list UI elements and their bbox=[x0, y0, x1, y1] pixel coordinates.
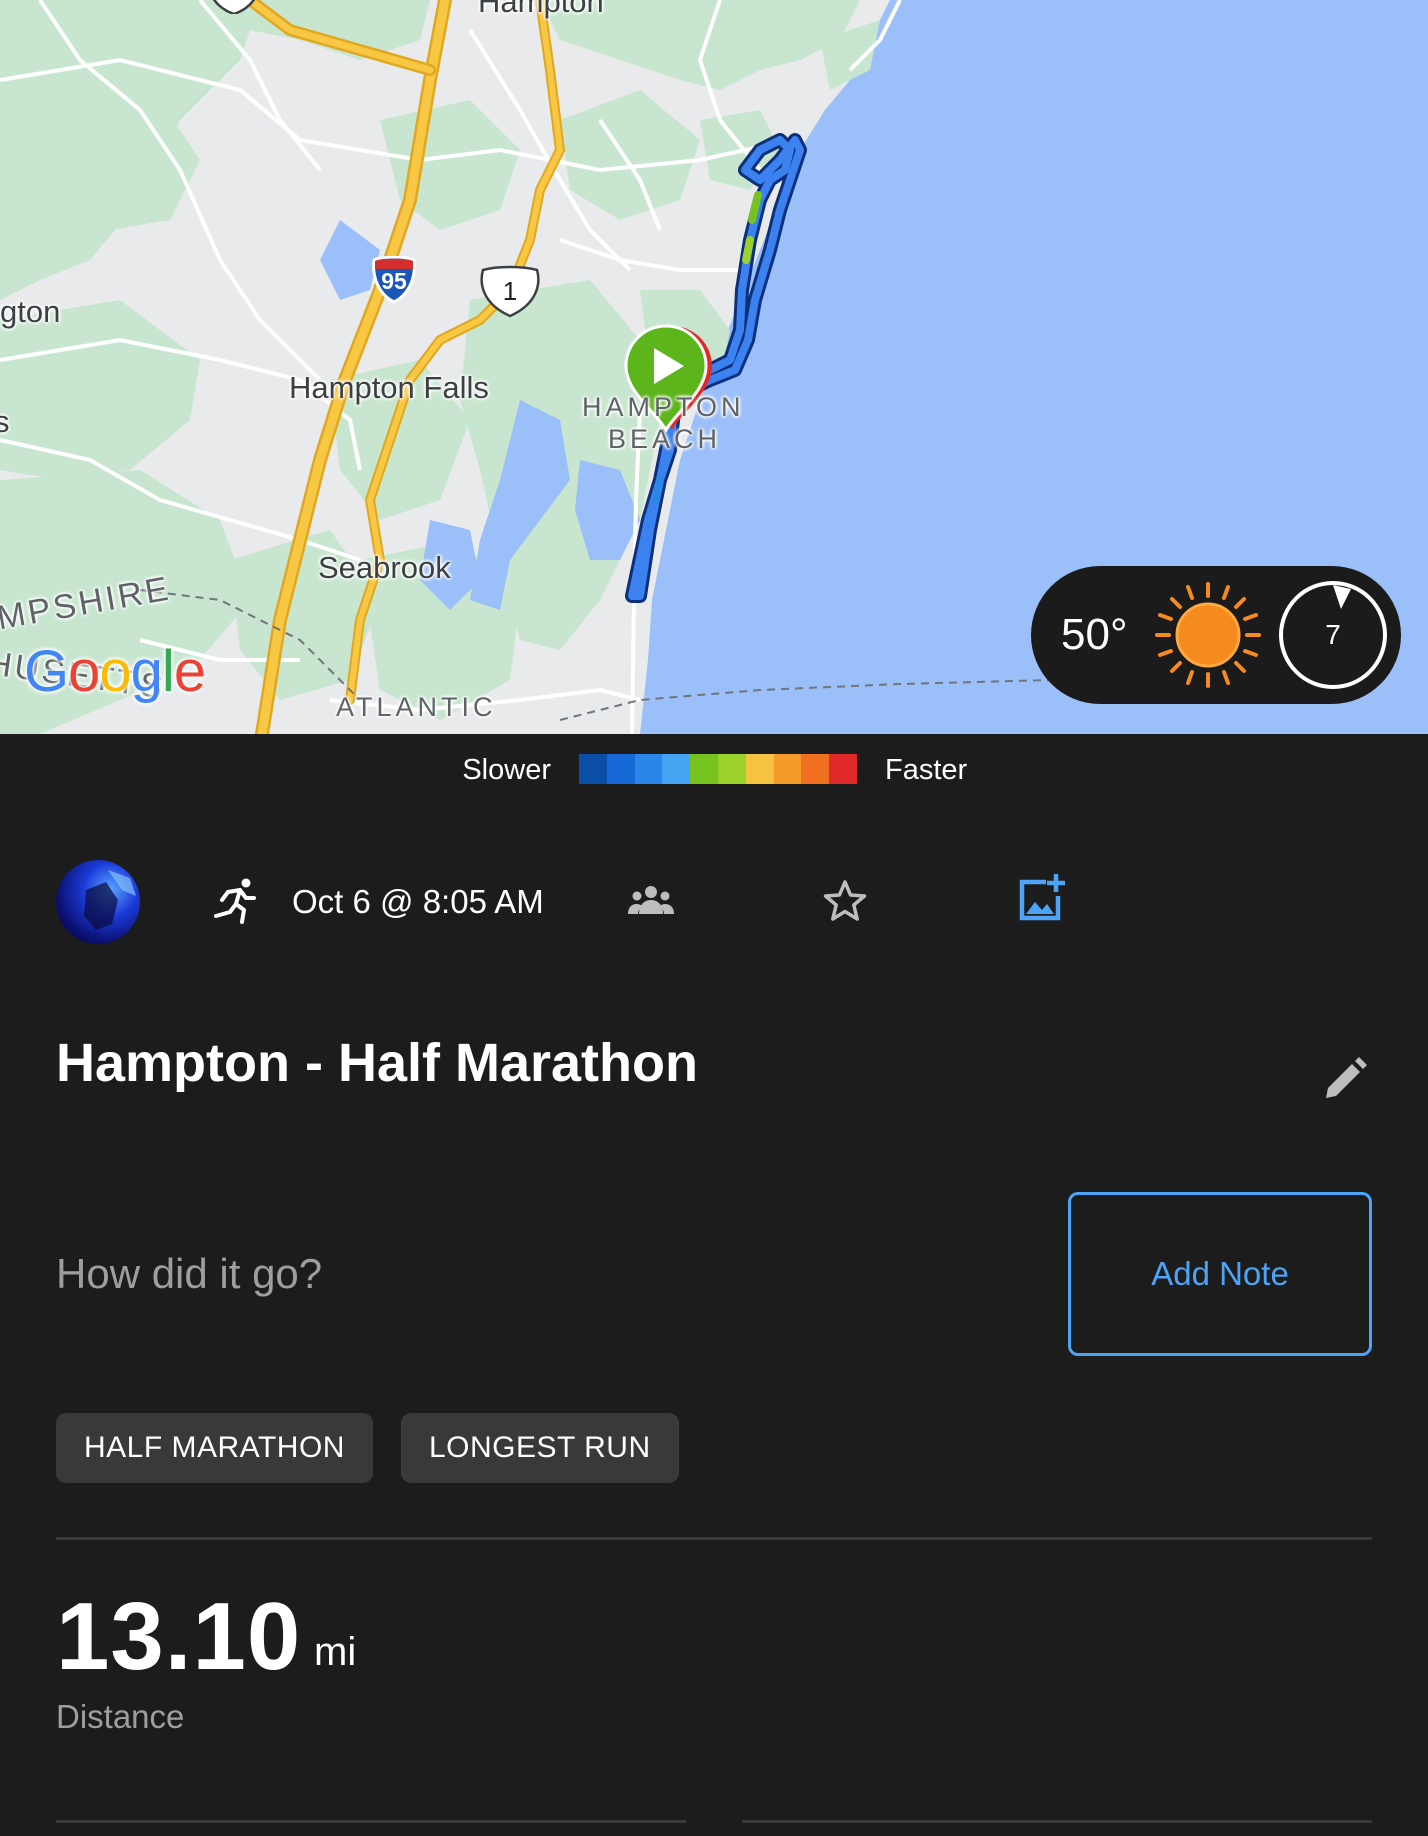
map-label-hampton-beach-2: BEACH bbox=[608, 424, 722, 454]
add-note-button[interactable]: Add Note bbox=[1068, 1192, 1372, 1356]
map-label-town-partial: gton bbox=[0, 294, 61, 329]
interstate-number: 95 bbox=[381, 268, 407, 294]
pace-scale-segment bbox=[690, 754, 718, 784]
star-icon[interactable] bbox=[822, 878, 868, 924]
pace-color-scale bbox=[579, 754, 857, 784]
pace-scale-segment bbox=[829, 754, 857, 784]
tag-half-marathon[interactable]: HALF MARATHON bbox=[56, 1413, 373, 1483]
wind-speed: 7 bbox=[1325, 619, 1341, 650]
activity-meta-row: Oct 6 @ 8:05 AM bbox=[0, 840, 1428, 960]
divider bbox=[742, 1820, 1372, 1823]
pace-scale-segment bbox=[634, 754, 663, 784]
pace-scale-segment bbox=[801, 754, 830, 784]
map-label-hampton-falls: Hampton Falls bbox=[289, 370, 489, 405]
add-photo-icon[interactable] bbox=[1016, 872, 1068, 924]
us-route-shield-top-icon bbox=[206, 0, 262, 16]
pace-legend: Slower Faster bbox=[0, 734, 1428, 804]
pace-scale-segment bbox=[606, 754, 635, 784]
pace-scale-segment bbox=[662, 754, 691, 784]
pace-scale-segment bbox=[745, 754, 774, 784]
map-label-town-partial-2: s bbox=[0, 404, 10, 439]
map-label-hampton: Hampton bbox=[478, 0, 604, 19]
distance-unit: mi bbox=[314, 1630, 357, 1674]
tag-longest-run[interactable]: LONGEST RUN bbox=[400, 1413, 679, 1483]
pace-scale-segment bbox=[717, 754, 746, 784]
activity-date: Oct 6 @ 8:05 AM bbox=[292, 883, 544, 920]
running-icon bbox=[214, 878, 256, 924]
divider bbox=[56, 1820, 686, 1823]
route-map[interactable]: Hampton gton s Hampton Falls HAMPTON BEA… bbox=[0, 0, 1428, 734]
wind-direction-icon: 7 bbox=[1277, 579, 1389, 691]
activity-tags: HALF MARATHON LONGEST RUN bbox=[56, 1413, 679, 1483]
pace-faster-label: Faster bbox=[885, 754, 968, 786]
pace-scale-segment bbox=[579, 754, 607, 784]
weather-temperature: 50° bbox=[1061, 610, 1128, 659]
map-label-atlantic: ATLANTIC bbox=[336, 692, 497, 722]
divider bbox=[56, 1537, 1372, 1540]
avatar[interactable] bbox=[56, 860, 140, 944]
us-route-number: 1 bbox=[502, 276, 518, 306]
us-route-shield-icon: 1 bbox=[477, 264, 543, 318]
note-prompt: How did it go? bbox=[56, 1250, 323, 1297]
weather-widget[interactable]: 50° 7 bbox=[1031, 566, 1401, 704]
interstate-shield-icon: 95 bbox=[372, 255, 416, 304]
activity-title: Hampton - Half Marathon bbox=[56, 1033, 698, 1093]
map-label-seabrook: Seabrook bbox=[318, 550, 451, 585]
pace-slower-label: Slower bbox=[462, 754, 551, 786]
distance-value: 13.10 bbox=[56, 1583, 302, 1690]
google-logo: Google bbox=[24, 639, 206, 704]
map-label-hampton-beach-1: HAMPTON bbox=[582, 392, 745, 422]
pace-scale-segment bbox=[773, 754, 802, 784]
distance-label: Distance bbox=[56, 1698, 185, 1735]
people-icon[interactable] bbox=[628, 884, 674, 918]
edit-pencil-icon[interactable] bbox=[1318, 1054, 1370, 1106]
sun-icon bbox=[1155, 582, 1261, 688]
